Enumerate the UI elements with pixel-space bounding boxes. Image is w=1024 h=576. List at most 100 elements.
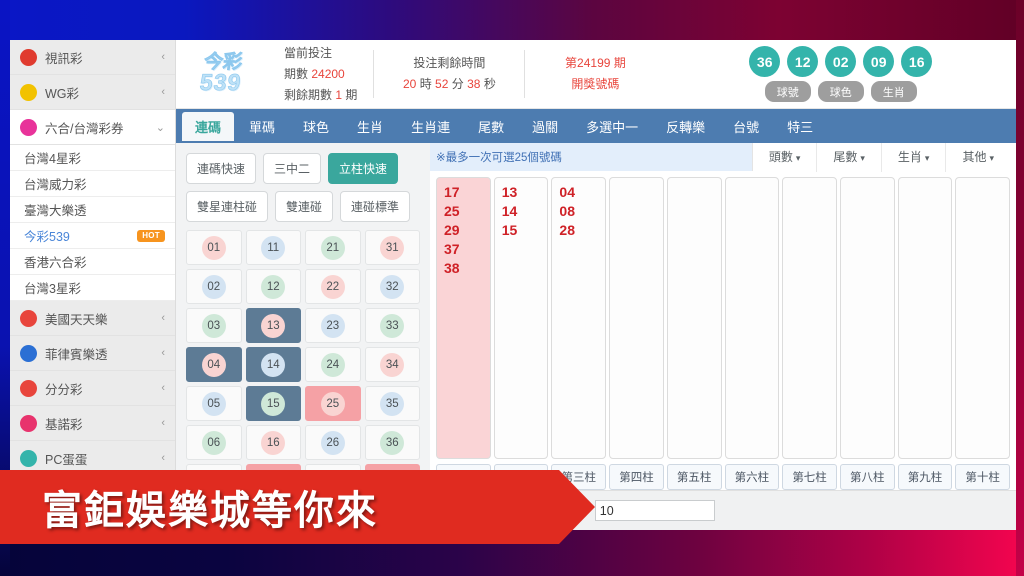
column-numbers[interactable]: 04 08 28 xyxy=(551,177,607,459)
column-numbers[interactable] xyxy=(839,177,895,459)
sidebar-subitem-4[interactable]: 香港六合彩 xyxy=(10,249,175,275)
column-numbers[interactable]: 13 14 15 xyxy=(493,177,549,459)
tab-5[interactable]: 尾數 xyxy=(465,112,517,141)
play-mode-button-1[interactable]: 三中二 xyxy=(263,153,322,184)
number-cell-23[interactable]: 23 xyxy=(305,308,361,343)
column-label[interactable]: 第四柱 xyxy=(609,464,664,490)
number-cell-16[interactable]: 16 xyxy=(245,425,301,460)
column-6: 第六柱 xyxy=(724,177,780,490)
column-label[interactable]: 第七柱 xyxy=(782,464,837,490)
play-mode-button-0[interactable]: 連碼快速 xyxy=(186,153,257,184)
sidebar-bottom-item-1[interactable]: 菲律賓樂透 ‹ xyxy=(10,336,175,371)
filter-dropdown-1[interactable]: 尾數 ▾ xyxy=(817,143,882,172)
number-cell-35[interactable]: 35 xyxy=(364,386,420,421)
column-numbers[interactable] xyxy=(666,177,722,459)
swirl-icon xyxy=(20,344,37,362)
number-cell-15[interactable]: 15 xyxy=(245,386,301,421)
number-cell-36[interactable]: 36 xyxy=(364,425,420,460)
tab-6[interactable]: 過關 xyxy=(519,112,571,141)
number-cell-34[interactable]: 34 xyxy=(364,347,420,382)
number-selection-pane: 連碼快速 三中二 立柱快速雙星連柱碰 雙連碰 連碰標準 01 11 21 31 02 12 22 32… xyxy=(176,143,430,490)
sidebar-subitem-1[interactable]: 台灣威力彩 xyxy=(10,171,175,197)
filter-dropdown-3[interactable]: 其他 ▾ xyxy=(946,143,1010,172)
column-label[interactable]: 第八柱 xyxy=(839,464,895,490)
column-numbers[interactable]: 17 25 29 37 38 xyxy=(436,177,491,459)
chevron-left-icon: ‹ xyxy=(161,417,165,429)
draw-result: 36 12 02 09 16 球號 球色 生肖 xyxy=(665,40,1016,108)
column-label[interactable]: 第十柱 xyxy=(955,464,1010,490)
number-cell-03[interactable]: 03 xyxy=(186,308,242,343)
play-mode-button-5[interactable]: 連碰標準 xyxy=(340,191,411,222)
tab-0[interactable]: 連碼 xyxy=(182,111,235,141)
sidebar-subitem-0[interactable]: 台灣4星彩 xyxy=(10,145,175,171)
tab-10[interactable]: 特三 xyxy=(774,112,826,141)
sidebar-subitem-3[interactable]: 今彩539 HOT xyxy=(10,223,175,249)
number-cell-02[interactable]: 02 xyxy=(186,269,242,304)
sidebar-item-label: 視訊彩 xyxy=(45,51,83,66)
number-ball: 16 xyxy=(261,430,286,455)
sidebar-item-0[interactable]: 視訊彩 ‹ xyxy=(10,40,175,75)
sidebar-bottom-item-0[interactable]: 美國天天樂 ‹ xyxy=(10,301,175,336)
column-label[interactable]: 第九柱 xyxy=(897,464,953,490)
number-cell-05[interactable]: 05 xyxy=(186,386,242,421)
number-cell-21[interactable]: 21 xyxy=(305,230,361,265)
number-cell-25[interactable]: 25 xyxy=(305,386,361,421)
column-numbers[interactable] xyxy=(724,177,780,459)
column-numbers[interactable] xyxy=(609,177,664,459)
ball-view-tab-2[interactable]: 生肖 xyxy=(870,81,917,102)
column-numbers[interactable] xyxy=(955,177,1010,459)
tab-2[interactable]: 球色 xyxy=(290,112,342,141)
number-cell-22[interactable]: 22 xyxy=(305,269,361,304)
sidebar-item-lottery-group[interactable]: 六合/台灣彩券 ⌄ xyxy=(10,110,175,145)
number-grid: 01 11 21 31 02 12 22 32 03 13 23 33 04 14 24 34 05 15 25 35… xyxy=(176,228,430,490)
number-cell-32[interactable]: 32 xyxy=(364,269,420,304)
column-numbers[interactable] xyxy=(897,177,953,459)
game-tab-bar: 連碼 單碼 球色 生肖 生肖連 尾數 過關 多選中一 反轉樂 台號 特三 xyxy=(176,109,1016,143)
ball-view-tab-1[interactable]: 球色 xyxy=(817,81,864,102)
play-mode-buttons: 連碼快速 三中二 立柱快速雙星連柱碰 雙連碰 連碰標準 xyxy=(176,143,430,228)
play-mode-button-2[interactable]: 立柱快速 xyxy=(328,153,399,184)
column-label[interactable]: 第六柱 xyxy=(724,464,780,490)
number-cell-24[interactable]: 24 xyxy=(305,347,361,382)
tab-8[interactable]: 反轉樂 xyxy=(653,112,718,141)
sidebar-subitem-label: 台灣3星彩 xyxy=(24,282,81,296)
number-cell-06[interactable]: 06 xyxy=(186,425,242,460)
tab-4[interactable]: 生肖連 xyxy=(398,112,463,141)
number-cell-31[interactable]: 31 xyxy=(364,230,420,265)
tab-1[interactable]: 單碼 xyxy=(236,112,288,141)
tab-3[interactable]: 生肖 xyxy=(344,112,396,141)
column-label[interactable]: 第五柱 xyxy=(666,464,722,490)
sidebar-bottom-item-2[interactable]: 分分彩 ‹ xyxy=(10,371,175,406)
number-ball: 14 xyxy=(261,352,286,377)
number-cell-33[interactable]: 33 xyxy=(364,308,420,343)
number-cell-11[interactable]: 11 xyxy=(245,230,301,265)
chevron-left-icon: ‹ xyxy=(161,312,165,324)
amount-input[interactable] xyxy=(594,500,715,521)
filter-dropdowns: 頭數 ▾ 尾數 ▾ 生肖 ▾ 其他 ▾ xyxy=(751,143,1010,172)
number-cell-12[interactable]: 12 xyxy=(245,269,301,304)
play-mode-button-3[interactable]: 雙星連柱碰 xyxy=(186,191,269,222)
number-cell-14[interactable]: 14 xyxy=(245,347,301,382)
filter-dropdown-2[interactable]: 生肖 ▾ xyxy=(882,143,947,172)
chevron-left-icon: ‹ xyxy=(161,51,165,63)
play-mode-button-4[interactable]: 雙連碰 xyxy=(275,191,334,222)
filter-dropdown-0[interactable]: 頭數 ▾ xyxy=(753,143,818,172)
promo-banner: 富鉅娛樂城等你來 xyxy=(0,470,595,544)
ball-view-tab-0[interactable]: 球號 xyxy=(764,81,811,102)
sidebar-bottom-item-3[interactable]: 基諾彩 ‹ xyxy=(10,406,175,441)
number-cell-26[interactable]: 26 xyxy=(305,425,361,460)
sidebar-subitem-5[interactable]: 台灣3星彩 xyxy=(10,275,175,301)
number-ball: 26 xyxy=(320,430,345,455)
tab-9[interactable]: 台號 xyxy=(720,112,772,141)
column-3: 04 08 28 第三柱 xyxy=(551,177,607,490)
number-cell-04[interactable]: 04 xyxy=(186,347,242,382)
number-cell-01[interactable]: 01 xyxy=(186,230,242,265)
number-cell-13[interactable]: 13 xyxy=(245,308,301,343)
draw-label: 開獎號碼 xyxy=(571,77,620,91)
sidebar-subitem-2[interactable]: 臺灣大樂透 xyxy=(10,197,175,223)
column-numbers[interactable] xyxy=(782,177,837,459)
sidebar-item-1[interactable]: WG彩 ‹ xyxy=(10,75,175,110)
column-number: 13 xyxy=(501,184,518,200)
tab-7[interactable]: 多選中一 xyxy=(573,112,651,141)
draw-info: 第24199 期 開獎號碼 xyxy=(525,40,665,108)
